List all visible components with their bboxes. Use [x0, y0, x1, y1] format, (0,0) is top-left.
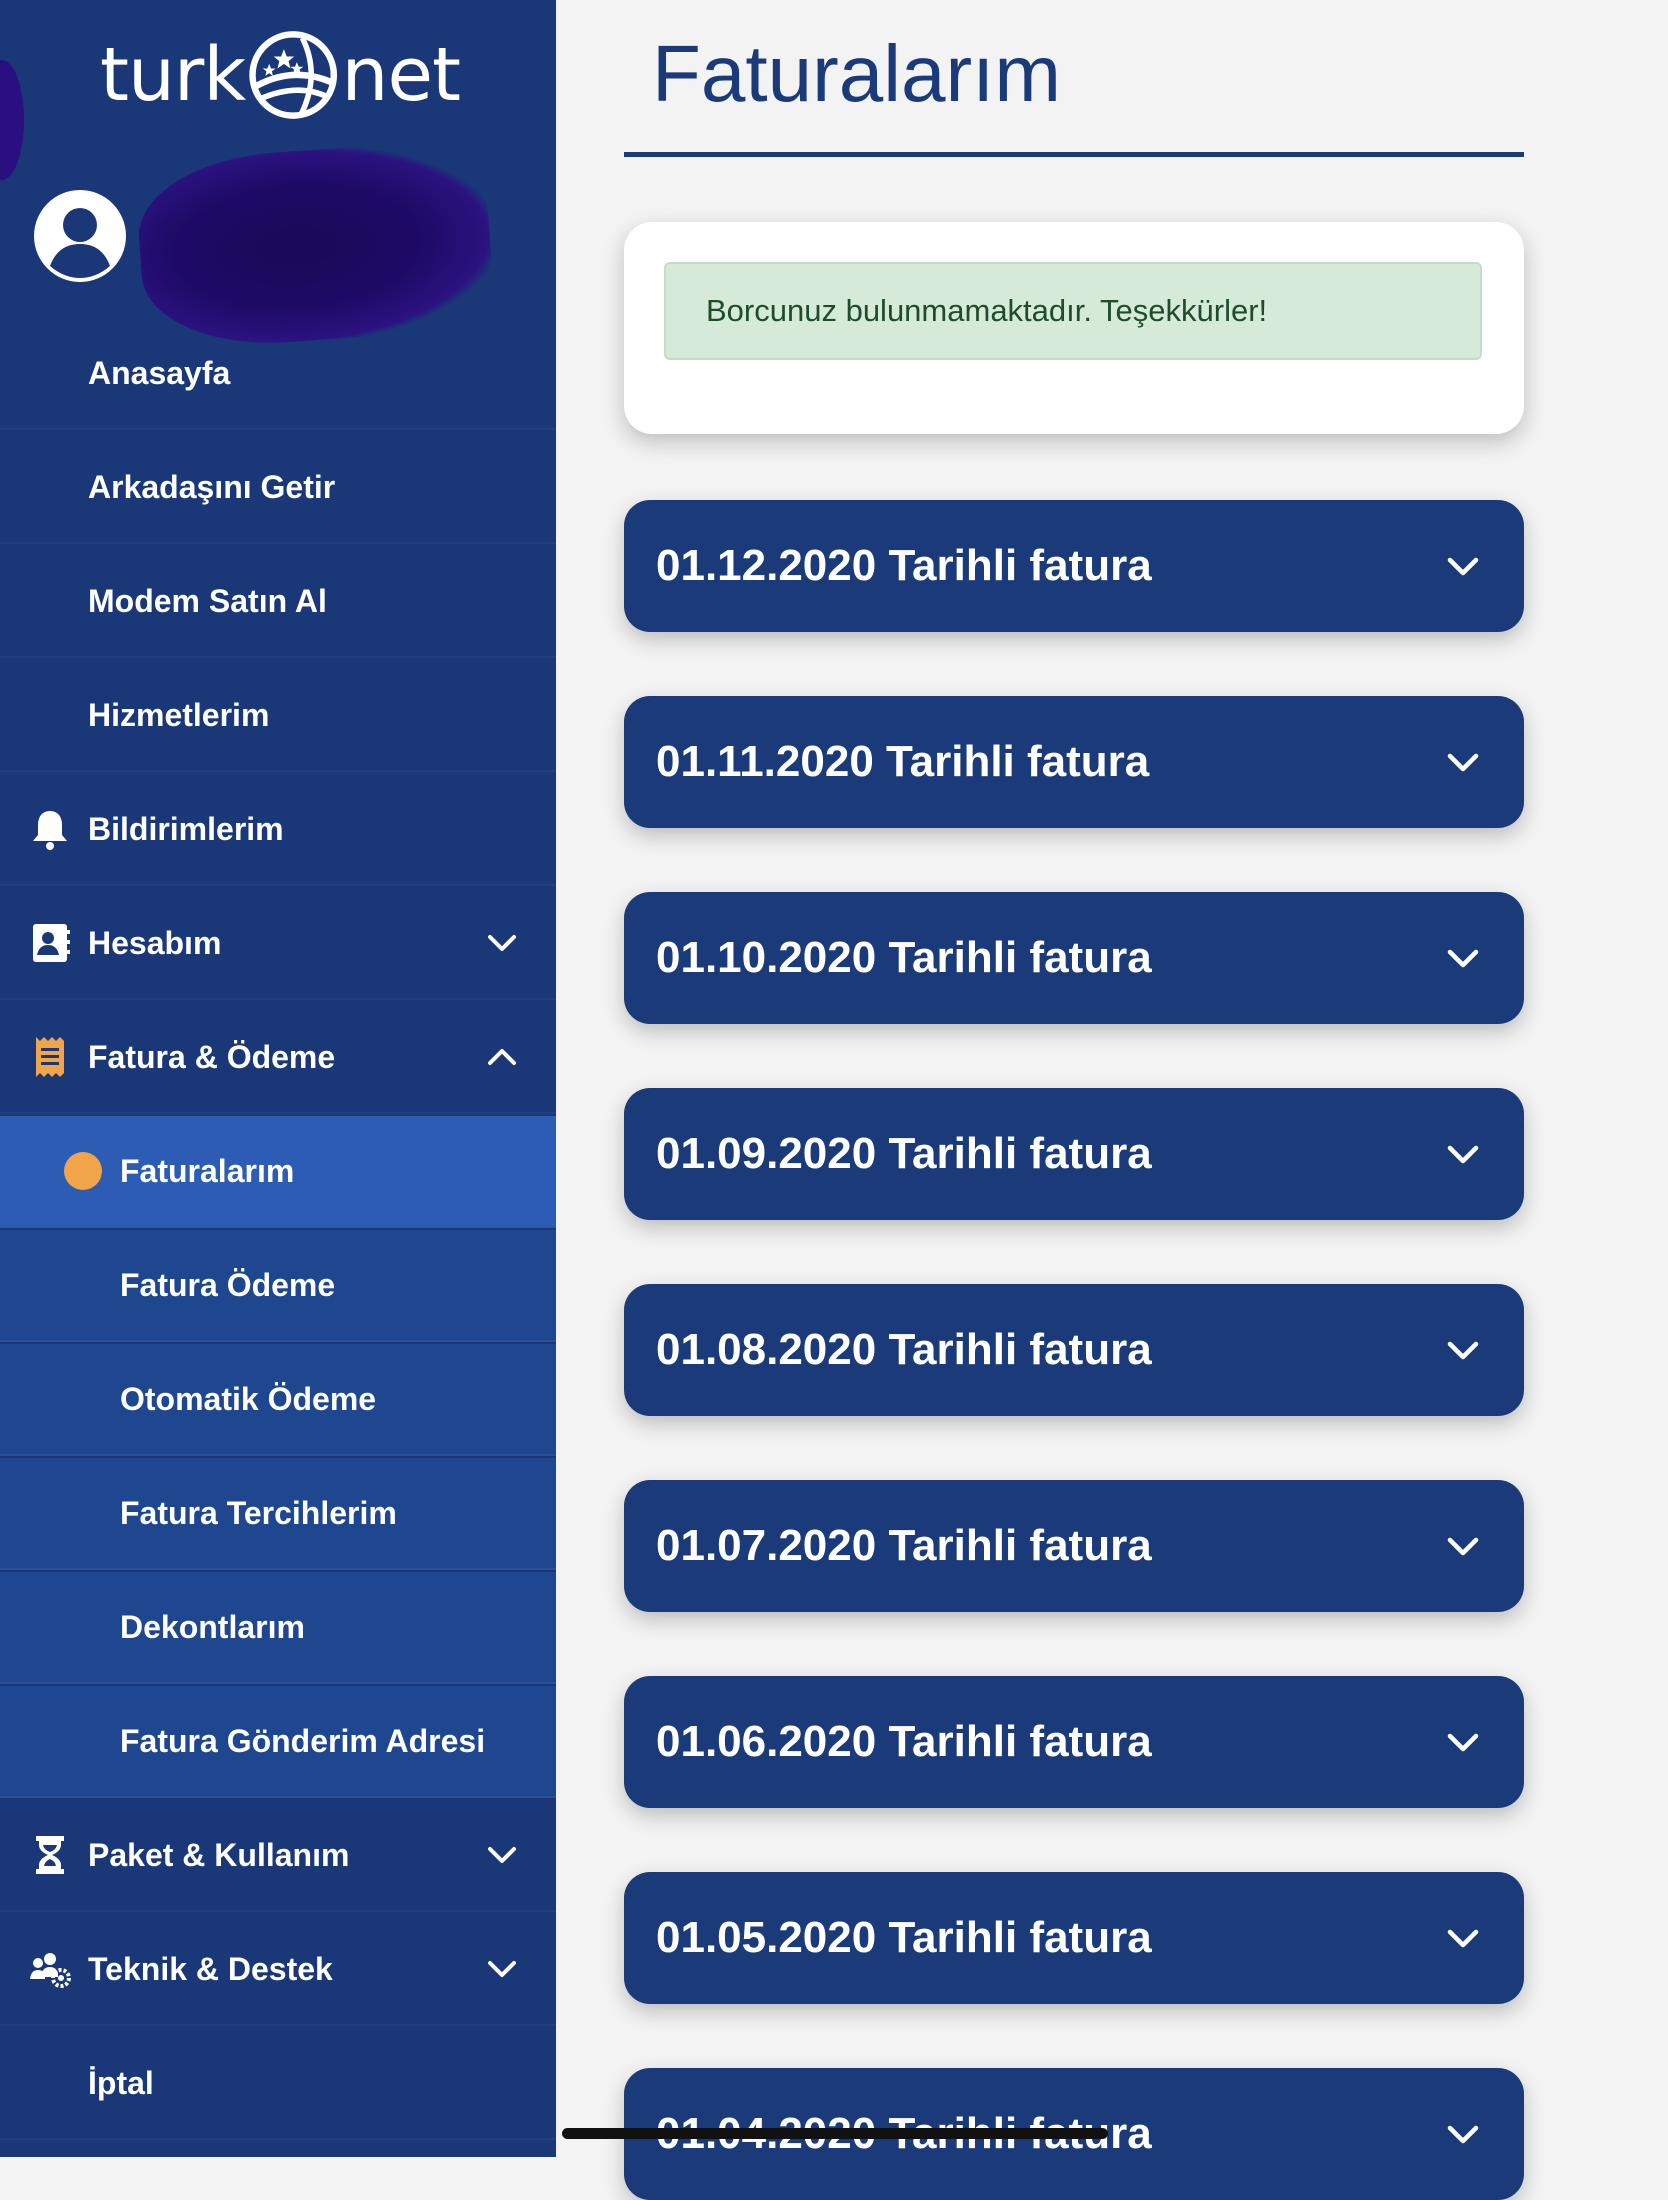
home-indicator[interactable]: [562, 2128, 1108, 2139]
chevron-down-icon[interactable]: [1442, 545, 1484, 587]
sidebar-item-anasayfa[interactable]: Anasayfa: [0, 318, 556, 430]
invoice-title: 01.10.2020 Tarihli fatura: [656, 933, 1152, 982]
chevron-down-icon[interactable]: [484, 925, 520, 961]
sidebar-item-teknik-destek[interactable]: Teknik & Destek: [0, 1914, 556, 2026]
title-divider: [624, 152, 1524, 157]
success-alert: Borcunuz bulunmamaktadır. Teşekkürler!: [664, 262, 1482, 360]
users-gear-icon: [30, 1953, 71, 1988]
sidebar-item-label: Teknik & Destek: [88, 1950, 333, 1987]
invoice-title: 01.07.2020 Tarihli fatura: [656, 1521, 1152, 1570]
globe-icon: [249, 31, 338, 119]
sidebar-item-label: Hesabım: [88, 924, 222, 961]
sidebar-item-bildirimlerim[interactable]: Bildirimlerim: [0, 774, 556, 886]
chevron-down-icon[interactable]: [1442, 2113, 1484, 2155]
receipt-icon: [36, 1037, 64, 1077]
bell-icon: [33, 811, 67, 850]
invoice-accordion-item[interactable]: 01.10.2020 Tarihli fatura: [624, 892, 1524, 1024]
sidebar-item-label: Modem Satın Al: [88, 582, 327, 619]
chevron-down-icon[interactable]: [1442, 1525, 1484, 1567]
invoice-accordion-item[interactable]: 01.09.2020 Tarihli fatura: [624, 1088, 1524, 1220]
active-indicator-dot: [64, 1152, 102, 1190]
chevron-down-icon[interactable]: [484, 1837, 520, 1873]
sidebar-item-iptal[interactable]: İptal: [0, 2028, 556, 2140]
invoice-accordion-item[interactable]: 01.05.2020 Tarihli fatura: [624, 1872, 1524, 2004]
chevron-down-icon[interactable]: [484, 1951, 520, 1987]
invoice-accordion-item[interactable]: 01.08.2020 Tarihli fatura: [624, 1284, 1524, 1416]
sidebar-item-fatura-odeme[interactable]: Fatura & Ödeme: [0, 1002, 556, 1114]
hourglass-icon: [36, 1836, 64, 1874]
status-card: Borcunuz bulunmamaktadır. Teşekkürler!: [624, 222, 1524, 434]
invoice-title: 01.05.2020 Tarihli fatura: [656, 1913, 1152, 1962]
invoice-title: 01.06.2020 Tarihli fatura: [656, 1717, 1152, 1766]
invoice-accordion-item[interactable]: 01.12.2020 Tarihli fatura: [624, 500, 1524, 632]
submenu-item-label: Dekontlarım: [120, 1608, 305, 1645]
page-title: Faturalarım: [652, 29, 1061, 118]
contact-card-icon: [33, 924, 70, 962]
user-avatar-icon[interactable]: [32, 188, 128, 284]
submenu-item-fatura-gonderim-adresi[interactable]: Fatura Gönderim Adresi: [0, 1686, 556, 1798]
chevron-down-icon[interactable]: [1442, 1329, 1484, 1371]
submenu-item-label: Otomatik Ödeme: [120, 1380, 377, 1417]
submenu-item-label: Fatura Ödeme: [120, 1266, 336, 1303]
sidebar-item-paket-kullanim[interactable]: Paket & Kullanım: [0, 1800, 556, 1912]
chevron-down-icon[interactable]: [1442, 1133, 1484, 1175]
submenu-item-otomatik-odeme[interactable]: Otomatik Ödeme: [0, 1344, 556, 1456]
sidebar-item-label: Fatura & Ödeme: [88, 1038, 336, 1075]
invoice-title: 01.12.2020 Tarihli fatura: [656, 541, 1152, 590]
logo-text-right: net: [341, 32, 461, 118]
submenu-item-label: Fatura Tercihlerim: [120, 1494, 397, 1531]
sidebar-item-label: Anasayfa: [88, 354, 231, 391]
submenu-item-label: Faturalarım: [120, 1152, 295, 1189]
sidebar-item-hizmetlerim[interactable]: Hizmetlerim: [0, 660, 556, 772]
invoice-title: 01.09.2020 Tarihli fatura: [656, 1129, 1152, 1178]
sidebar-item-label: Hizmetlerim: [88, 696, 270, 733]
invoice-accordion-item[interactable]: 01.07.2020 Tarihli fatura: [624, 1480, 1524, 1612]
invoice-accordion-item[interactable]: 01.11.2020 Tarihli fatura: [624, 696, 1524, 828]
turknet-logo[interactable]: turk net: [100, 20, 461, 130]
sidebar-item-label: İptal: [88, 2064, 154, 2101]
logo-text-left: turk: [100, 32, 246, 118]
submenu-item-fatura-tercihlerim[interactable]: Fatura Tercihlerim: [0, 1458, 556, 1570]
submenu-item-fatura-odeme[interactable]: Fatura Ödeme: [0, 1230, 556, 1342]
submenu-item-faturalarim[interactable]: Faturalarım: [0, 1116, 556, 1228]
chevron-down-icon[interactable]: [1442, 937, 1484, 979]
submenu-item-label: Fatura Gönderim Adresi: [120, 1722, 486, 1759]
chevron-up-icon[interactable]: [484, 1039, 520, 1075]
invoice-title: 01.08.2020 Tarihli fatura: [656, 1325, 1152, 1374]
redaction-mark: [0, 60, 24, 180]
chevron-down-icon[interactable]: [1442, 741, 1484, 783]
chevron-down-icon[interactable]: [1442, 1721, 1484, 1763]
sidebar: turk net Anasayfa Arkadaşını Getir Modem…: [0, 0, 556, 2157]
sidebar-item-label: Arkadaşını Getir: [88, 468, 336, 505]
sidebar-item-modem-satin-al[interactable]: Modem Satın Al: [0, 546, 556, 658]
sidebar-item-label: Bildirimlerim: [88, 810, 284, 847]
sidebar-item-hesabim[interactable]: Hesabım: [0, 888, 556, 1000]
invoice-accordion-item[interactable]: 01.06.2020 Tarihli fatura: [624, 1676, 1524, 1808]
chevron-down-icon[interactable]: [1442, 1917, 1484, 1959]
sidebar-item-label: Paket & Kullanım: [88, 1836, 350, 1873]
submenu-item-dekontlarim[interactable]: Dekontlarım: [0, 1572, 556, 1684]
sidebar-item-arkadasini-getir[interactable]: Arkadaşını Getir: [0, 432, 556, 544]
invoice-title: 01.11.2020 Tarihli fatura: [656, 737, 1150, 786]
